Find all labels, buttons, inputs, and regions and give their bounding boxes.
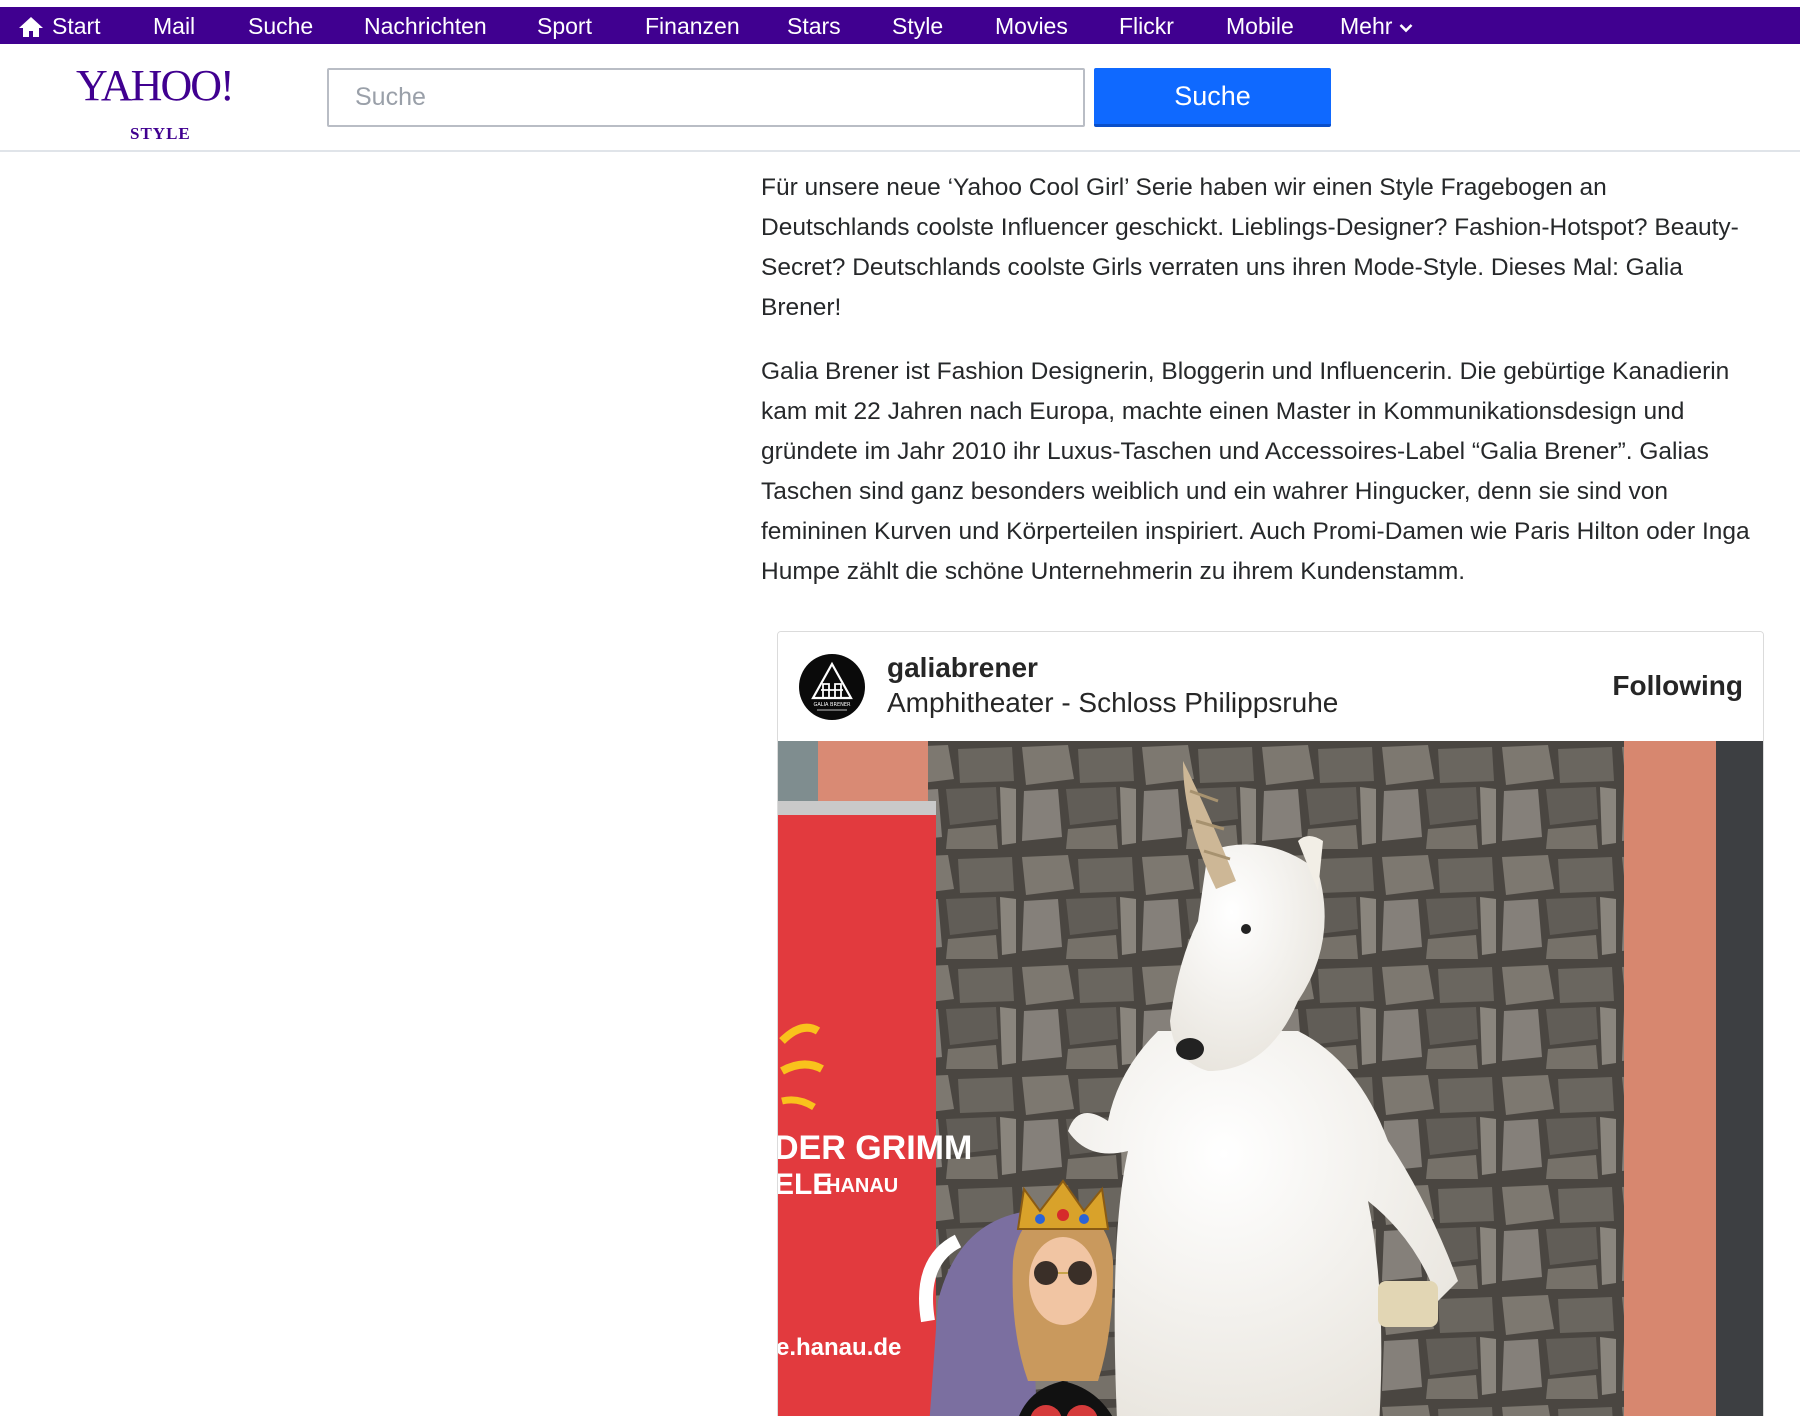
instagram-embed: GALIA BRENER galiabrener Amphitheater - … bbox=[777, 631, 1764, 1416]
site-header: YAHOO! STYLE Suche bbox=[0, 44, 1800, 152]
nav-item-label: Mail bbox=[153, 13, 196, 39]
nav-item-label: Finanzen bbox=[645, 13, 740, 39]
instagram-username[interactable]: galiabrener bbox=[887, 652, 1038, 684]
nav-item-stars[interactable]: Stars bbox=[787, 13, 841, 40]
top-navigation-bar: Start Mail Suche Nachrichten Sport Finan… bbox=[0, 7, 1800, 44]
avatar-text: GALIA BRENER bbox=[813, 702, 851, 708]
logo-subtitle: STYLE bbox=[130, 124, 191, 143]
article-paragraph: Für unsere neue ‘Yahoo Cool Girl’ Serie … bbox=[761, 174, 1739, 321]
banner-text-3: HANAU bbox=[826, 1175, 898, 1197]
nav-item-label: Stars bbox=[787, 13, 841, 39]
banner-text-1: DER GRIMM bbox=[778, 1129, 972, 1167]
instagram-location[interactable]: Amphitheater - Schloss Philippsruhe bbox=[887, 687, 1338, 719]
home-icon bbox=[18, 16, 44, 38]
banner-text-2: ELE bbox=[778, 1168, 832, 1201]
post-photo-illustration: DER GRIMM ELE HANAU e.hanau.de bbox=[778, 741, 1763, 1416]
nav-item-mail[interactable]: Mail bbox=[153, 13, 195, 40]
nav-item-label: Style bbox=[892, 13, 944, 39]
nav-item-suche[interactable]: Suche bbox=[248, 13, 313, 40]
nav-item-mobile[interactable]: Mobile bbox=[1226, 13, 1294, 40]
nav-item-label: Sport bbox=[537, 13, 592, 39]
nav-item-label: Mobile bbox=[1226, 13, 1294, 39]
nav-item-mehr[interactable]: Mehr bbox=[1340, 13, 1413, 40]
nav-item-label: Flickr bbox=[1119, 13, 1174, 39]
chevron-down-icon bbox=[1399, 23, 1413, 33]
nav-item-start[interactable]: Start bbox=[18, 13, 101, 40]
nav-item-label: Nachrichten bbox=[364, 13, 487, 39]
nav-item-nachrichten[interactable]: Nachrichten bbox=[364, 13, 487, 40]
nav-item-sport[interactable]: Sport bbox=[537, 13, 592, 40]
following-button[interactable]: Following bbox=[1612, 670, 1743, 702]
nav-item-movies[interactable]: Movies bbox=[995, 13, 1068, 40]
article-body: Für unsere neue ‘Yahoo Cool Girl’ Serie … bbox=[761, 168, 1761, 616]
avatar[interactable]: GALIA BRENER bbox=[799, 654, 865, 720]
nav-item-label: Mehr bbox=[1340, 13, 1393, 39]
nav-item-label: Start bbox=[52, 13, 101, 39]
nav-item-label: Suche bbox=[248, 13, 314, 39]
article-paragraph: Galia Brener ist Fashion Designerin, Blo… bbox=[761, 358, 1750, 585]
nav-item-style[interactable]: Style bbox=[892, 13, 943, 40]
logo-wordmark: YAHOO! bbox=[76, 61, 235, 110]
instagram-post-image[interactable]: DER GRIMM ELE HANAU e.hanau.de bbox=[778, 741, 1763, 1416]
search-button[interactable]: Suche bbox=[1094, 68, 1331, 127]
instagram-post-header: GALIA BRENER galiabrener Amphitheater - … bbox=[778, 632, 1763, 741]
banner-url: e.hanau.de bbox=[778, 1334, 901, 1361]
nav-item-label: Movies bbox=[995, 13, 1068, 39]
nav-item-finanzen[interactable]: Finanzen bbox=[645, 13, 740, 40]
yahoo-style-logo[interactable]: YAHOO! STYLE bbox=[76, 61, 236, 144]
nav-item-flickr[interactable]: Flickr bbox=[1119, 13, 1174, 40]
search-input[interactable] bbox=[327, 68, 1085, 127]
